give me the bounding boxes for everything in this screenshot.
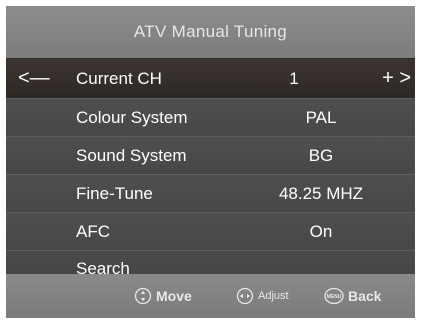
hint-back-label: Back	[348, 288, 382, 304]
menu-item-label: Current CH	[76, 68, 162, 88]
menu-item-value: 1	[289, 68, 299, 88]
menu-item-sound-system[interactable]: Sound System BG	[6, 136, 415, 174]
menu-list: <— Current CH 1 + > Colour System PAL So…	[6, 58, 415, 286]
menu-item-afc[interactable]: AFC On	[6, 212, 415, 250]
decrease-channel-arrow-icon[interactable]: <—	[18, 59, 50, 98]
hint-back: MENU Back	[324, 274, 381, 318]
menu-item-label: Sound System	[76, 145, 187, 165]
menu-item-colour-system[interactable]: Colour System PAL	[6, 98, 415, 136]
menu-item-value: On	[309, 221, 333, 241]
menu-item-fine-tune[interactable]: Fine-Tune 48.25 MHZ	[6, 174, 415, 212]
title-bar: ATV Manual Tuning	[6, 6, 415, 58]
hint-adjust-label: Adjust	[258, 290, 289, 302]
footer-hints: Move Adjust MENU Back	[6, 274, 415, 318]
menu-item-label: Fine-Tune	[76, 183, 153, 203]
menu-item-current-ch[interactable]: <— Current CH 1 + >	[6, 58, 415, 98]
hint-move: Move	[134, 274, 192, 318]
menu-button-icon: MENU	[324, 287, 344, 305]
menu-item-label: AFC	[76, 221, 110, 241]
menu-button-icon-text: MENU	[327, 294, 342, 300]
menu-item-value: BG	[308, 145, 334, 165]
menu-item-value: 48.25 MHZ	[278, 183, 364, 203]
up-down-circle-icon	[134, 287, 152, 305]
hint-move-label: Move	[156, 288, 192, 304]
page-title: ATV Manual Tuning	[133, 22, 288, 41]
menu-item-label: Colour System	[76, 107, 188, 127]
tuning-panel: ATV Manual Tuning <— Current CH 1 + > Co…	[6, 6, 415, 318]
hint-adjust: Adjust	[236, 274, 289, 318]
menu-item-value: PAL	[305, 107, 337, 127]
left-right-circle-icon	[236, 287, 254, 305]
increase-channel-arrow-icon[interactable]: + >	[382, 59, 411, 98]
